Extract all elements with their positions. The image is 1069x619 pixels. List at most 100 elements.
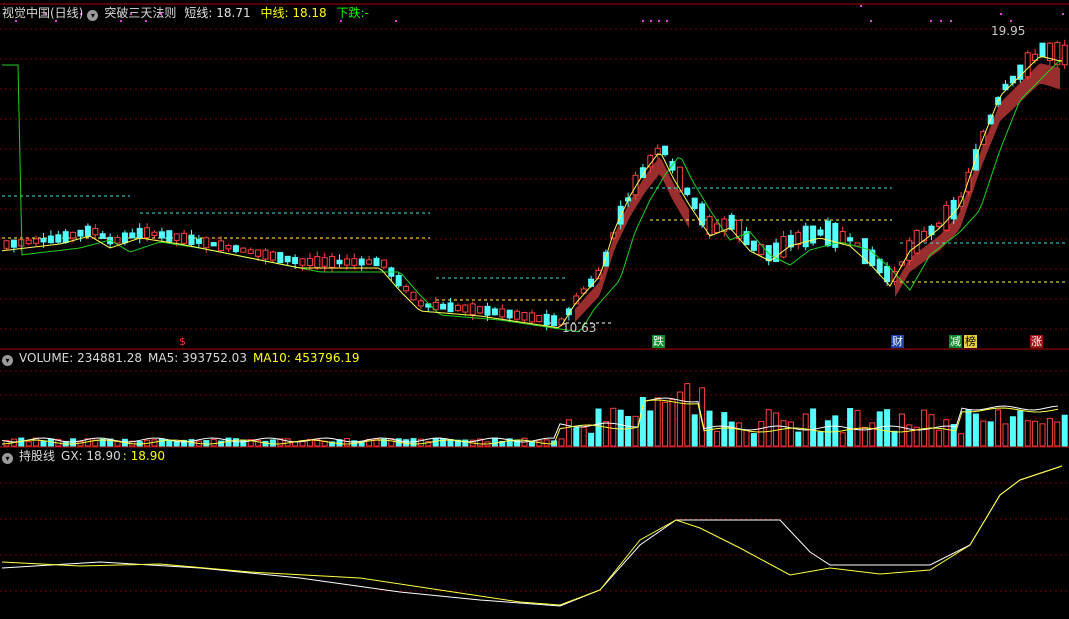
- candle-body: [70, 231, 77, 239]
- candle-body: [351, 258, 358, 266]
- candle-body: [284, 255, 291, 263]
- candle-body: [913, 229, 920, 254]
- candle-body: [795, 231, 802, 246]
- volume-bar: [432, 437, 439, 447]
- candle-body: [847, 237, 854, 242]
- ma-line-short: [1, 55, 1063, 329]
- candle-body: [240, 247, 247, 253]
- volume-bar: [662, 401, 669, 447]
- gx-value: : 18.90: [122, 449, 165, 463]
- candle-body: [329, 256, 336, 268]
- candle-body: [403, 285, 410, 292]
- volume-bar: [684, 383, 691, 447]
- candle-body: [210, 242, 217, 247]
- event-marker-list[interactable]: 榜: [964, 335, 977, 348]
- candle-body: [255, 249, 262, 257]
- volume-bar: [1039, 423, 1046, 447]
- candle-body: [884, 265, 891, 283]
- volume-bar: [1054, 421, 1061, 447]
- volume-bar: [817, 431, 824, 447]
- signal-dot: [930, 20, 932, 22]
- volume-bar: [565, 419, 572, 447]
- candle-body: [632, 174, 639, 196]
- event-marker-reduce[interactable]: 减: [949, 335, 962, 348]
- candle-body: [343, 258, 350, 266]
- volume-bar: [632, 415, 639, 447]
- signal-dot: [870, 20, 872, 22]
- candle-body: [380, 259, 387, 268]
- candle-body: [262, 249, 269, 260]
- volume-bar: [869, 422, 876, 447]
- candle-body: [151, 231, 158, 236]
- signal-dot: [395, 20, 397, 22]
- candle-body: [528, 312, 535, 323]
- volume-bar: [787, 421, 794, 447]
- event-marker-finance[interactable]: 财: [891, 335, 904, 348]
- candle-body: [447, 302, 454, 313]
- candle-body: [314, 256, 321, 268]
- moving-average-lines: [1, 55, 1063, 333]
- candle-body: [684, 187, 691, 195]
- volume-bar: [166, 440, 173, 447]
- volume-bar: [928, 414, 935, 447]
- candle-body: [943, 204, 950, 231]
- volume-bar: [995, 409, 1002, 447]
- volume-bar: [610, 407, 617, 447]
- volume-bar: [839, 432, 846, 447]
- volume-bar: [203, 440, 210, 447]
- candle-body: [499, 308, 506, 318]
- candle-body: [521, 312, 528, 321]
- volume-bar: [462, 439, 469, 447]
- candle-body: [440, 303, 447, 310]
- candle-body: [417, 300, 424, 307]
- candle-body: [218, 240, 225, 252]
- gx-dropdown-icon[interactable]: ▾: [2, 453, 13, 464]
- candle-body: [188, 234, 195, 245]
- candle-body: [121, 232, 128, 244]
- event-marker-fall[interactable]: 跌: [652, 335, 665, 348]
- candle-body: [551, 315, 558, 327]
- event-marker-rise[interactable]: 涨: [1030, 335, 1043, 348]
- candle-body: [277, 252, 284, 264]
- candle-body: [358, 258, 365, 266]
- candle-body: [225, 244, 232, 250]
- candle-body: [25, 239, 32, 245]
- volume-bar: [980, 420, 987, 447]
- indicator-dropdown-icon[interactable]: ▾: [87, 10, 99, 21]
- volume-bar: [965, 409, 972, 447]
- event-marker-dollar[interactable]: $: [178, 335, 187, 348]
- volume-bar: [70, 438, 77, 447]
- candle-body: [410, 291, 417, 301]
- volume-bar: [972, 413, 979, 447]
- volume-bar: [824, 420, 831, 447]
- candle-body: [195, 238, 202, 244]
- candle-body: [247, 249, 254, 254]
- volume-bar: [669, 399, 676, 447]
- indicator-name[interactable]: 突破三天法则: [104, 6, 176, 20]
- volume-bar: [958, 433, 965, 447]
- volume-bar: [706, 410, 713, 447]
- gx-label: GX: 18.90: [61, 449, 121, 463]
- candle-body: [462, 304, 469, 313]
- volume-bar: [1009, 416, 1016, 447]
- signal-dot: [860, 5, 862, 7]
- candle-body: [299, 258, 306, 266]
- candle-body: [817, 229, 824, 236]
- volume-bar: [736, 422, 743, 447]
- candle-body: [750, 240, 757, 251]
- volume-bar: [721, 412, 728, 447]
- volume-bar: [158, 438, 165, 447]
- price-chart-canvas[interactable]: [0, 0, 1069, 619]
- gx-indicator-name: 持股线: [19, 449, 56, 463]
- candle-body: [469, 303, 476, 315]
- volume-bar: [987, 421, 994, 447]
- signal-dot: [1000, 13, 1002, 15]
- signal-dot: [666, 20, 668, 22]
- volume-bar: [891, 430, 898, 447]
- volume-dropdown-icon[interactable]: ▾: [2, 355, 13, 366]
- volume-bar: [743, 429, 750, 447]
- candle-body: [33, 238, 40, 244]
- signal-dot: [650, 20, 652, 22]
- volume-bar: [699, 387, 706, 447]
- volume-bar: [935, 429, 942, 447]
